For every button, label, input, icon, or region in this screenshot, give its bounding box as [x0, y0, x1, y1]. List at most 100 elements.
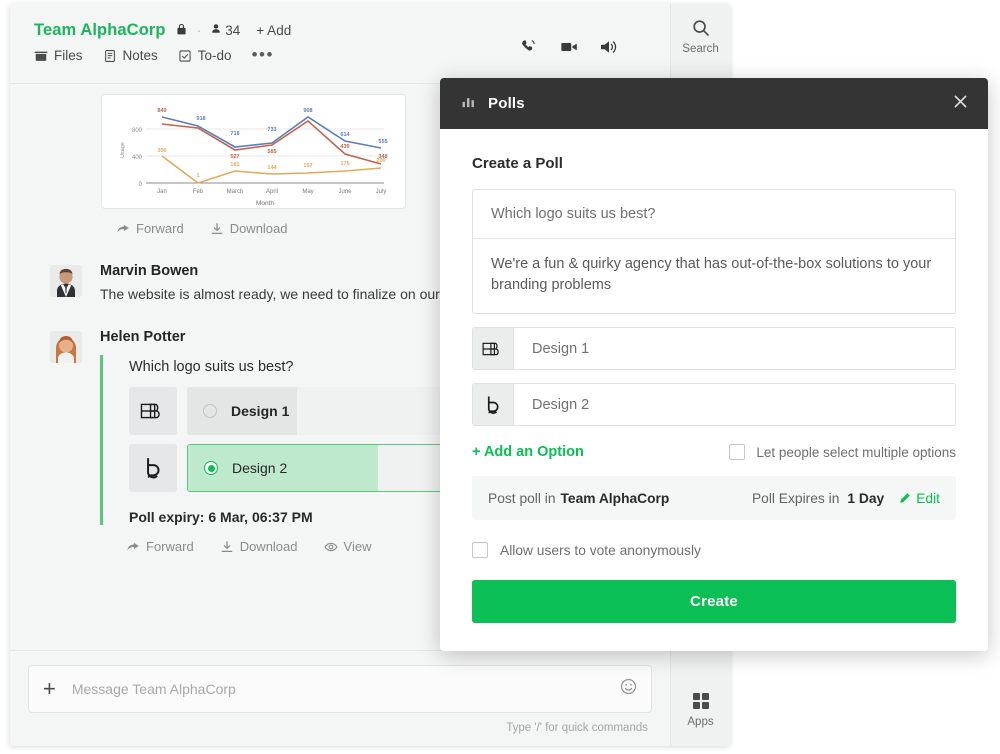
- message-composer: + Message Team AlphaCorp Type '/' for qu…: [10, 650, 670, 746]
- header-tab-todo[interactable]: To-do: [178, 48, 232, 63]
- add-option-button[interactable]: + Add an Option: [472, 444, 584, 460]
- rail-item-apps-label: Apps: [687, 716, 714, 728]
- svg-text:396: 396: [157, 148, 166, 154]
- poll-forward-button[interactable]: Forward: [126, 539, 194, 554]
- poll-option-input-1[interactable]: Design 1: [532, 341, 589, 357]
- avatar-helen-potter: [50, 331, 82, 363]
- poll-forward-label: Forward: [146, 539, 194, 554]
- attachment-forward-label: Forward: [136, 221, 184, 236]
- edit-expiry-button[interactable]: Edit: [898, 491, 940, 506]
- svg-text:908: 908: [303, 108, 312, 114]
- person-icon: [210, 23, 222, 38]
- poll-description-input[interactable]: We're a fun & quirky agency that has out…: [473, 239, 955, 313]
- header-actions: [520, 38, 618, 56]
- rail-item-search-label: Search: [682, 43, 719, 55]
- page-title[interactable]: Team AlphaCorp: [34, 21, 166, 40]
- close-icon[interactable]: [951, 92, 970, 115]
- radio-unselected-icon[interactable]: [203, 404, 217, 418]
- anonymous-toggle[interactable]: Allow users to vote anonymously: [472, 542, 956, 559]
- svg-text:July: July: [376, 189, 387, 195]
- chart-attachment[interactable]: 800 400 0 Usage Month Jan Feb March April M…: [101, 94, 406, 209]
- svg-text:1: 1: [196, 173, 199, 179]
- poll-view-button[interactable]: View: [323, 539, 372, 554]
- poll-download-button[interactable]: Download: [220, 539, 298, 554]
- svg-text:April: April: [266, 189, 278, 195]
- edit-label: Edit: [916, 490, 940, 506]
- attachment-forward-button[interactable]: Forward: [116, 221, 184, 236]
- poll-question-group: Which logo suits us best? We're a fun & …: [472, 189, 956, 315]
- svg-text:Month: Month: [256, 200, 274, 207]
- avatar-marvin-bowen: [50, 265, 82, 297]
- thread-poll-question: Which logo suits us best?: [129, 359, 294, 375]
- svg-text:400: 400: [132, 155, 143, 161]
- poll-options-footer: + Add an Option Let people select multip…: [472, 444, 956, 461]
- dialog-header: Polls: [440, 78, 988, 129]
- svg-text:918: 918: [196, 116, 205, 122]
- member-count[interactable]: 34: [210, 23, 240, 38]
- announcement-icon[interactable]: [600, 38, 618, 56]
- thread-poll-option[interactable]: Design 1: [129, 387, 477, 435]
- screenshot-root: Team AlphaCorp · 34 + Add Files Notes To…: [0, 0, 1000, 754]
- notes-icon: [104, 49, 115, 62]
- search-icon: [692, 20, 709, 36]
- plus-icon[interactable]: +: [43, 678, 56, 700]
- composer-hint: Type '/' for quick commands: [506, 722, 648, 734]
- call-icon[interactable]: [520, 38, 538, 56]
- thread-poll-option-label: Design 2: [232, 460, 288, 476]
- poll-question-input[interactable]: Which logo suits us best?: [473, 190, 955, 239]
- thread-poll-actions: Forward Download View: [126, 539, 477, 554]
- apps-icon: [692, 693, 709, 709]
- attachment-download-label: Download: [229, 221, 288, 236]
- poll-option-row-2[interactable]: Design 2: [472, 383, 956, 427]
- video-icon[interactable]: [560, 38, 578, 56]
- thread-poll: Which logo suits us best? Design 1 Desig…: [100, 355, 477, 525]
- smiley-icon[interactable]: [620, 678, 637, 700]
- polls-dialog: Polls Create a Poll Which logo suits us …: [440, 78, 988, 651]
- avatar[interactable]: [50, 265, 82, 297]
- usage-line-chart: 800 400 0 Usage Month Jan Feb March April M…: [102, 95, 405, 208]
- attachment-download-button[interactable]: Download: [210, 221, 288, 236]
- avatar[interactable]: [50, 331, 82, 363]
- checkbox-unchecked-icon[interactable]: [729, 444, 746, 461]
- rail-item-apps[interactable]: Apps: [687, 691, 714, 728]
- poll-view-label: View: [343, 539, 372, 554]
- header-tab-notes[interactable]: Notes: [103, 48, 158, 63]
- thread-poll-bar[interactable]: Design 1: [187, 387, 477, 435]
- add-member-button[interactable]: + Add: [256, 23, 291, 38]
- thread-poll-option[interactable]: Design 2: [129, 444, 477, 492]
- expires-prefix-label: Poll Expires in: [751, 490, 840, 506]
- post-target-label: Team AlphaCorp: [560, 490, 670, 506]
- svg-text:585: 585: [267, 149, 276, 155]
- svg-text:555: 555: [378, 139, 387, 145]
- thread-poll-bar-selected[interactable]: Design 2: [187, 444, 477, 492]
- header-tab-files-label: Files: [54, 48, 83, 63]
- svg-text:Feb: Feb: [193, 189, 204, 195]
- logo-b-circle-icon[interactable]: [473, 384, 514, 426]
- eye-icon: [323, 542, 338, 551]
- lock-icon: [175, 23, 188, 38]
- thread-poll-option-label: Design 1: [231, 403, 290, 419]
- bar-chart-icon: [461, 94, 476, 114]
- dialog-heading: Create a Poll: [472, 155, 563, 172]
- svg-text:Usage: Usage: [120, 142, 126, 158]
- poll-post-settings: Post poll in Team AlphaCorp Poll Expires…: [472, 476, 956, 521]
- create-poll-button[interactable]: Create: [472, 580, 956, 624]
- svg-text:175: 175: [340, 161, 349, 167]
- poll-option-input-2[interactable]: Design 2: [532, 397, 589, 413]
- poll-option-row-1[interactable]: Design 1: [472, 327, 956, 371]
- header-tab-files[interactable]: Files: [34, 48, 83, 63]
- rail-item-search[interactable]: Search: [682, 18, 719, 55]
- separator-dot: ·: [196, 22, 202, 38]
- radio-selected-icon[interactable]: [204, 461, 218, 475]
- message-text: The website is almost ready, we need to …: [100, 286, 455, 302]
- logo-b-mark-icon[interactable]: [473, 328, 514, 370]
- composer-box[interactable]: + Message Team AlphaCorp: [28, 665, 652, 713]
- multiple-options-toggle[interactable]: Let people select multiple options: [729, 444, 956, 461]
- svg-text:527: 527: [230, 154, 239, 160]
- checkbox-unchecked-icon[interactable]: [472, 542, 488, 559]
- message-input[interactable]: Message Team AlphaCorp: [72, 681, 620, 697]
- poll-download-label: Download: [239, 539, 298, 554]
- download-icon: [221, 540, 233, 552]
- pencil-icon: [900, 492, 910, 503]
- header-more-button[interactable]: •••: [252, 46, 274, 63]
